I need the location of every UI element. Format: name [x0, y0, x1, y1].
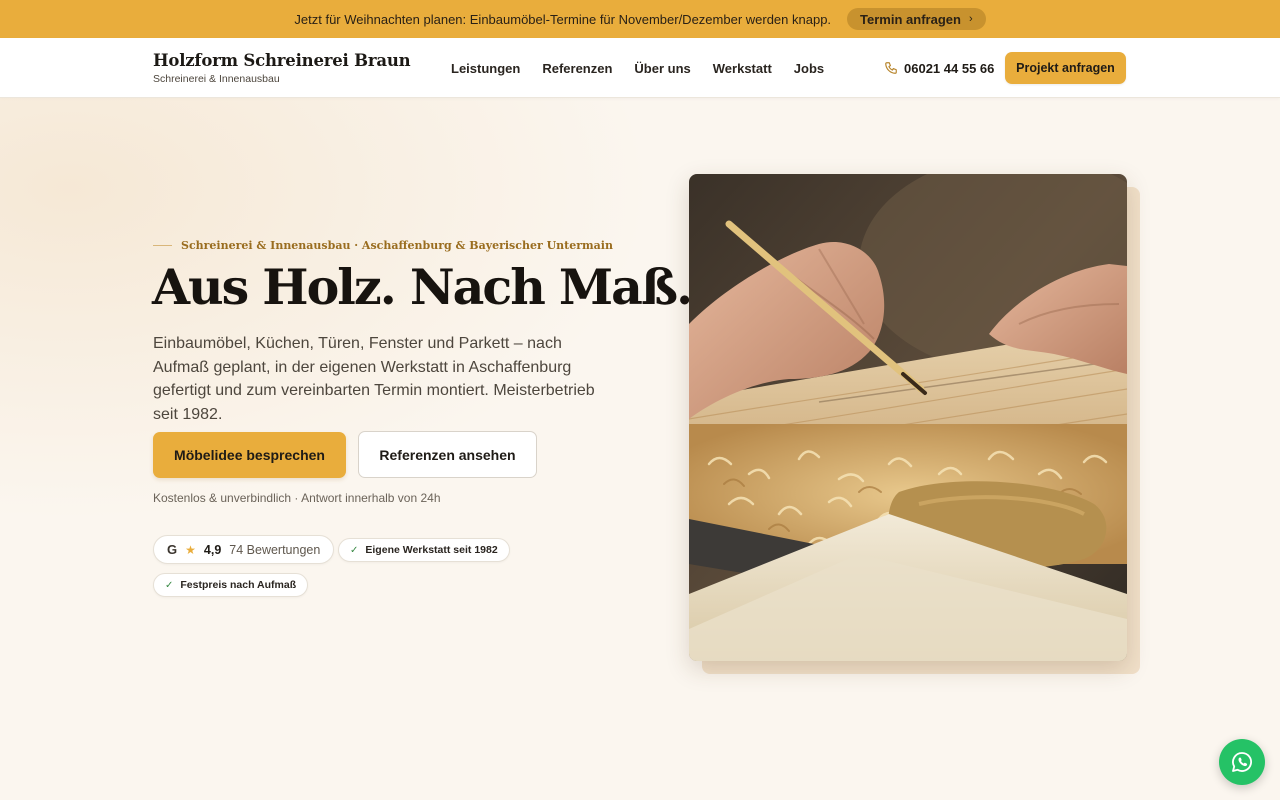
rating-count: 74 Bewertungen — [229, 542, 321, 557]
check-icon: ✓ — [350, 544, 359, 556]
phone-link[interactable]: 06021 44 55 66 — [884, 38, 994, 98]
announcement-bar: Jetzt für Weihnachten planen: Einbaumöbe… — [0, 0, 1280, 38]
whatsapp-icon — [1232, 752, 1252, 772]
brand-name: Holzform Schreinerei Braun — [153, 51, 411, 70]
eyebrow-text: Schreinerei & Innenausbau · Aschaffenbur… — [181, 239, 613, 252]
announcement-button[interactable]: Termin anfragen › — [847, 8, 986, 30]
nav-item-referenzen[interactable]: Referenzen — [542, 61, 612, 76]
announcement-button-label: Termin anfragen — [860, 11, 961, 27]
nav-item-ueber-uns[interactable]: Über uns — [634, 61, 690, 76]
hero-fineprint: Kostenlos & unverbindlich · Antwort inne… — [153, 491, 441, 505]
nav-item-werkstatt[interactable]: Werkstatt — [713, 61, 772, 76]
hero-photo-illustration — [689, 174, 1127, 661]
rating-score: 4,9 — [203, 542, 222, 557]
brand-tagline: Schreinerei & Innenausbau — [153, 73, 280, 85]
hero-background-glow — [0, 98, 700, 548]
project-request-button[interactable]: Projekt anfragen — [1005, 52, 1126, 84]
view-references-button[interactable]: Referenzen ansehen — [358, 431, 537, 478]
google-icon: G — [167, 542, 178, 557]
badge-fixed-price: ✓ Festpreis nach Aufmaß — [153, 573, 309, 597]
google-rating-badge[interactable]: G ★ 4,9 74 Bewertungen — [153, 535, 335, 564]
nav-item-jobs[interactable]: Jobs — [794, 61, 824, 76]
nav-item-leistungen[interactable]: Leistungen — [451, 61, 520, 76]
carpenter-marking-wood-photo — [689, 174, 1127, 661]
site-header: Holzform Schreinerei Braun Schreinerei &… — [0, 38, 1280, 98]
chevron-right-icon: › — [968, 13, 973, 25]
star-icon: ★ — [185, 542, 196, 557]
phone-number: 06021 44 55 66 — [904, 60, 995, 76]
hero-eyebrow: Schreinerei & Innenausbau · Aschaffenbur… — [153, 239, 613, 252]
hero-headline: Aus Holz. Nach Maß. — [152, 258, 693, 316]
badge-label: Eigene Werkstatt seit 1982 — [365, 544, 498, 556]
check-icon: ✓ — [165, 579, 174, 591]
phone-icon — [885, 62, 897, 74]
badge-label: Festpreis nach Aufmaß — [180, 579, 297, 591]
brand-logo[interactable]: Holzform Schreinerei Braun Schreinerei &… — [153, 51, 411, 85]
hero-description: Einbaumöbel, Küchen, Türen, Fenster und … — [153, 335, 595, 423]
main-nav: Leistungen Referenzen Über uns Werkstatt… — [451, 38, 824, 98]
discuss-furniture-button[interactable]: Möbelidee besprechen — [153, 432, 346, 478]
eyebrow-divider — [153, 245, 172, 246]
announcement-text: Jetzt für Weihnachten planen: Einbaumöbe… — [294, 11, 832, 27]
whatsapp-button[interactable] — [1219, 739, 1265, 785]
badge-own-workshop: ✓ Eigene Werkstatt seit 1982 — [338, 538, 510, 562]
